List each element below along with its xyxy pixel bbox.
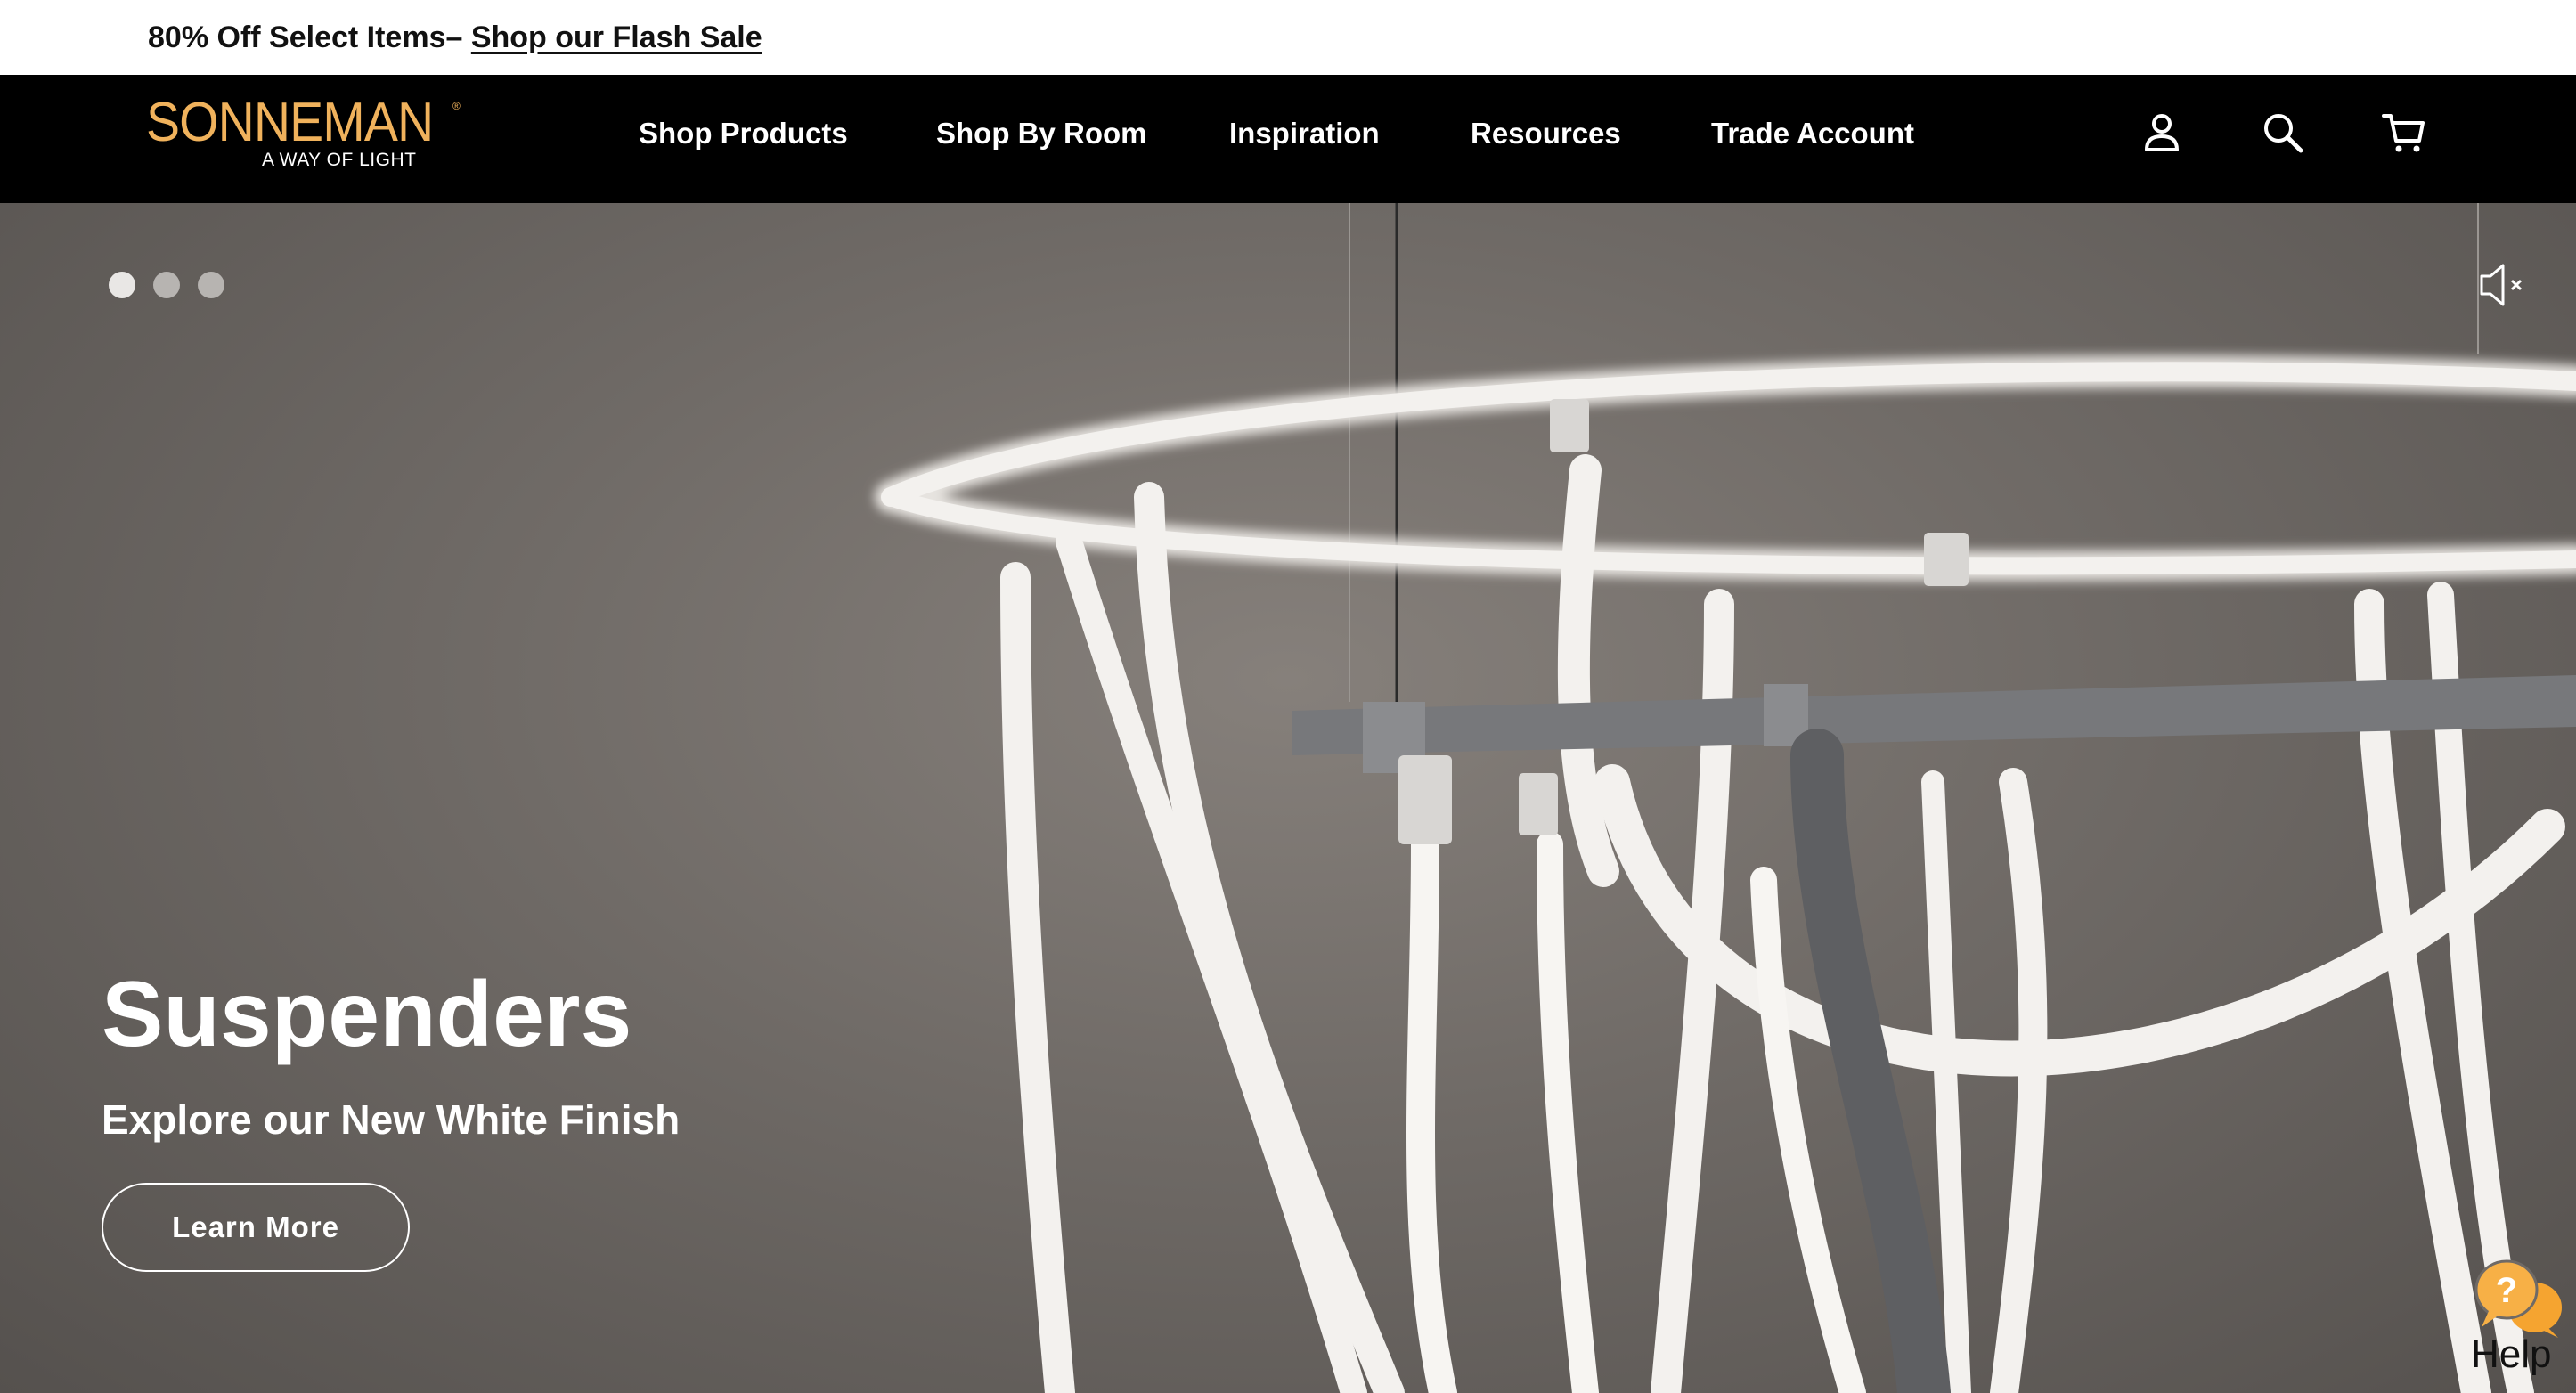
promo-bar: 80% Off Select Items– Shop our Flash Sal… [0, 0, 2576, 75]
carousel-dot-3[interactable] [198, 272, 224, 298]
search-icon[interactable] [2261, 110, 2305, 155]
hero-title: Suspenders [102, 963, 632, 1066]
nav-shop-products[interactable]: Shop Products [639, 117, 848, 158]
svg-text:?: ? [2496, 1271, 2517, 1310]
cart-icon[interactable] [2382, 110, 2426, 155]
nav-resources[interactable]: Resources [1471, 117, 1621, 158]
account-icon[interactable] [2140, 110, 2184, 155]
brand-logo-wordmark: SONNEMAN [146, 92, 434, 153]
nav-trade-account[interactable]: Trade Account [1711, 117, 1914, 158]
speaker-muted-icon[interactable] [2476, 258, 2530, 312]
trademark-mark: ® [452, 100, 461, 112]
nav-shop-by-room[interactable]: Shop By Room [936, 117, 1147, 158]
help-chat-icon: ? [2474, 1259, 2562, 1338]
help-widget[interactable]: ? Help [2458, 1256, 2565, 1389]
flash-sale-link[interactable]: Shop our Flash Sale [471, 20, 762, 54]
promo-message: 80% Off Select Items– [148, 20, 471, 54]
nav-inspiration[interactable]: Inspiration [1229, 117, 1380, 158]
promo-text: 80% Off Select Items– Shop our Flash Sal… [148, 20, 762, 55]
brand-tagline: A WAY OF LIGHT [262, 150, 417, 170]
carousel-indicators [109, 272, 224, 298]
learn-more-button[interactable]: Learn More [102, 1183, 410, 1272]
carousel-dot-2[interactable] [153, 272, 180, 298]
help-label: Help [2471, 1332, 2552, 1376]
brand-logo[interactable]: SONNEMAN ® A WAY OF LIGHT [146, 94, 467, 175]
carousel-dot-1[interactable] [109, 272, 135, 298]
hero-subtitle: Explore our New White Finish [102, 1096, 681, 1143]
